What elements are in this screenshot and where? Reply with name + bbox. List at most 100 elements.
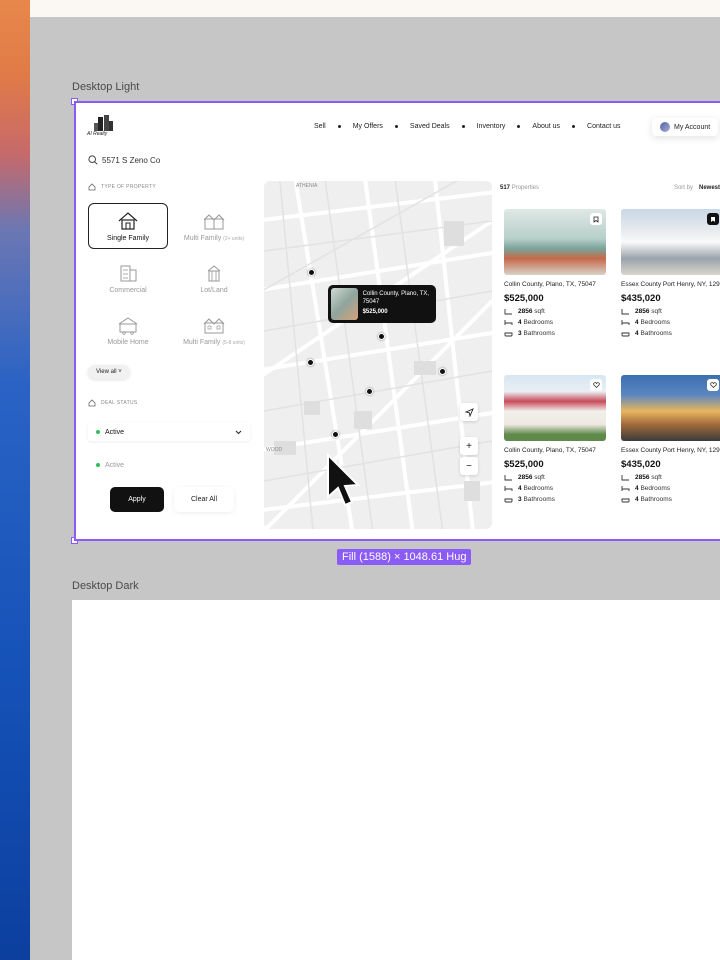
property-card[interactable]: Collin County, Plano, TX, 75047 $525,000… [504,209,610,369]
property-sqft: 2856 sqft [504,474,610,481]
clear-all-button[interactable]: Clear All [174,487,234,512]
frame-label-light[interactable]: Desktop Light [72,81,139,93]
property-price: $525,000 [504,292,544,304]
bookmark-filled-icon [711,216,715,222]
map-area-label: WOOD [266,447,283,453]
property-photo [504,209,606,275]
search-input[interactable]: 5571 S Zeno Co [88,153,248,167]
bed-icon [504,319,513,325]
property-price: $525,000 [504,458,544,470]
type-multi-family-2[interactable]: Multi Family (2+ units) [174,203,254,249]
map-pin[interactable] [439,368,446,375]
home-outline-icon [88,399,96,407]
building-icon [120,265,137,281]
property-location: Essex County Port Henry, NY, 12974 [621,447,720,454]
bath-icon [504,498,513,503]
bookmark-button[interactable] [590,213,602,225]
zoom-in-button[interactable]: + [460,437,478,455]
home-outline-icon [88,183,96,191]
property-sqft: 2856 sqft [621,308,720,315]
bed-icon [504,485,513,491]
view-all-button[interactable]: View all ˅ [88,365,130,379]
plus-icon: + [466,440,472,452]
map-area-label: ATHENIA [296,183,318,189]
sort-dropdown[interactable]: Sort by Newest [674,185,720,191]
type-label: Multi Family (2+ units) [183,234,245,242]
popup-location: Collin County, Plano, TX, 75047 [362,291,430,306]
property-photo [621,375,720,441]
area-icon [621,308,629,315]
account-label: My Account [674,123,711,131]
type-label: Multi Family (5-8 units) [183,338,245,346]
account-menu[interactable]: My Account [652,118,719,136]
main-nav: Sell My Offers Saved Deals Inventory Abo… [308,123,627,130]
desktop-wallpaper [0,0,30,960]
status-dot [96,463,100,467]
bookmark-button[interactable] [707,213,719,225]
locate-button[interactable] [460,403,478,421]
frame-label-dark[interactable]: Desktop Dark [72,580,139,592]
apply-button[interactable]: Apply [110,487,164,512]
property-location: Essex County Port Henry, NY, 12974 [621,281,720,288]
chevron-down-icon [235,430,242,434]
type-multi-family-5[interactable]: Multi Family (5-8 units) [174,307,254,353]
property-card[interactable]: Essex County Port Henry, NY, 12974 $435,… [621,209,720,369]
zoom-out-button[interactable]: − [460,457,478,475]
logo-icon[interactable] [88,115,120,141]
multi-family-icon [203,213,225,229]
property-card[interactable]: Essex County Port Henry, NY, 12974 $435,… [621,375,720,535]
nav-sell[interactable]: Sell [308,123,332,130]
property-location: Collin County, Plano, TX, 75047 [504,447,596,454]
property-type-title: TYPE OF PROPERTY [101,184,156,190]
map-streets [264,181,492,529]
nav-contact-us[interactable]: Contact us [581,123,626,130]
bath-icon [621,498,630,503]
popup-photo [331,288,358,320]
desktop-dark-frame[interactable] [72,600,720,960]
nav-separator [337,125,341,128]
deal-status-select[interactable]: Active [88,423,250,441]
property-count: 517 Properties [500,185,540,191]
type-single-family[interactable]: Single Family [88,203,168,249]
status-dot [96,430,100,434]
multi-family-icon [203,317,225,333]
map-view[interactable]: ATHENIA WOOD Collin County, Plano, TX, 7… [264,181,492,529]
map-pin[interactable] [308,269,315,276]
bookmark-icon [593,216,599,223]
property-sqft: 2856 sqft [504,308,610,315]
sort-value: Newest [698,185,720,191]
map-pin[interactable] [378,333,385,340]
favorite-button[interactable] [590,379,602,391]
area-icon [621,474,629,481]
type-label: Mobile Home [107,338,149,346]
search-value: 5571 S Zeno Co [102,155,161,165]
sort-label: Sort by [673,185,693,191]
deal-status-option[interactable]: Active [88,456,250,474]
property-photo [504,375,606,441]
avatar [660,122,670,132]
map-pin[interactable] [366,388,373,395]
nav-about-us[interactable]: About us [526,123,566,130]
property-baths: 3 Bathrooms [504,330,610,337]
status-selected: Active [105,428,125,436]
nav-my-offers[interactable]: My Offers [347,123,389,130]
status-option-label: Active [105,461,125,469]
map-property-popup[interactable]: Collin County, Plano, TX, 75047 $525,000 [328,285,436,323]
navigation-arrow-icon [464,407,474,417]
nav-inventory[interactable]: Inventory [471,123,512,130]
type-mobile-home[interactable]: Mobile Home [88,307,168,353]
desktop-light-frame[interactable]: AI Realty Sell My Offers Saved Deals Inv… [74,101,720,541]
nav-saved-deals[interactable]: Saved Deals [404,123,456,130]
property-card[interactable]: Collin County, Plano, TX, 75047 $525,000… [504,375,610,535]
nav-separator [394,125,398,128]
favorite-button[interactable] [707,379,719,391]
house-icon [118,211,138,230]
heart-icon [709,382,717,388]
type-commercial[interactable]: Commercial [88,255,168,301]
type-label: Lot/Land [200,286,228,294]
map-pin[interactable] [332,431,339,438]
type-lot-land[interactable]: Lot/Land [174,255,254,301]
heart-icon [592,382,600,388]
map-pin[interactable] [307,359,314,366]
property-baths: 3 Bathrooms [504,496,610,503]
